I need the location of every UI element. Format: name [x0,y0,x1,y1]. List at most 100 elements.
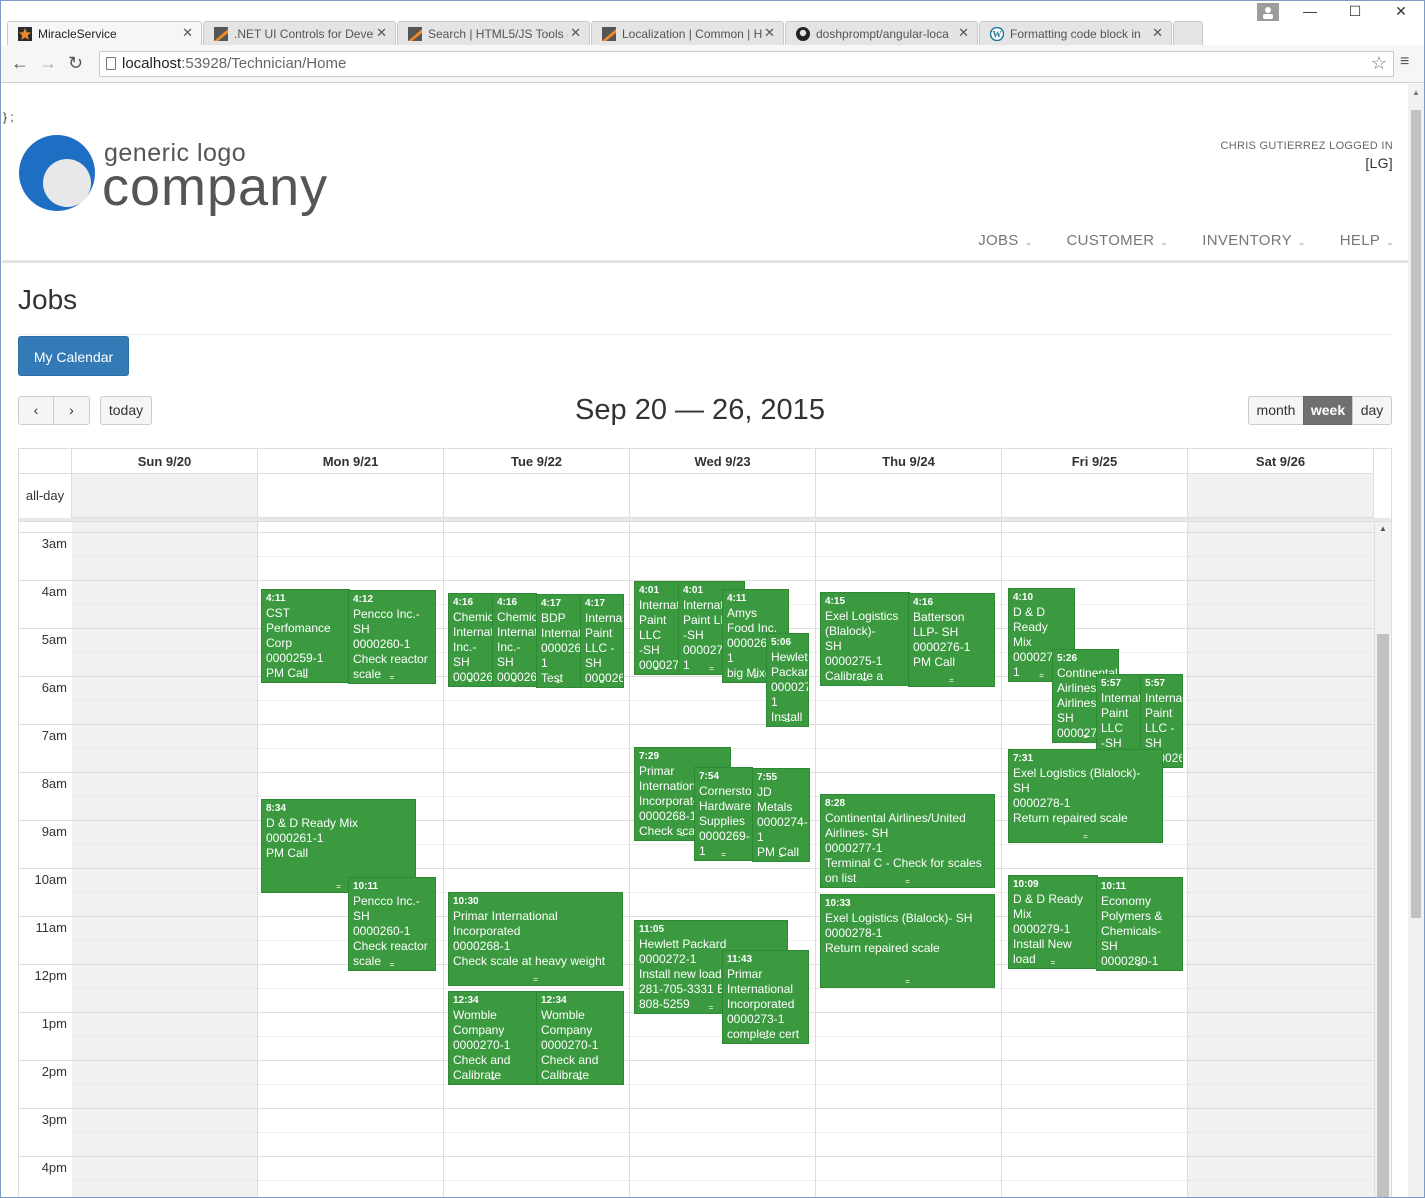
calendar-event[interactable]: 4:01InternationalPaint LLC-SH0000271-1= [634,580,679,675]
close-tab-icon[interactable]: ✕ [764,25,775,41]
nav-inventory[interactable]: INVENTORY ⌄ [1202,232,1306,249]
resize-handle-icon[interactable]: = [349,673,435,682]
calendar-scrollbar[interactable]: ▲ [1375,522,1391,1197]
event-line: -SH [639,642,660,657]
calendar-event[interactable]: 10:09 D & D Ready Mix 0000279-1 Install New… [1008,875,1098,970]
github-favicon-icon [796,27,810,41]
tab-net-ui-controls[interactable]: .NET UI Controls for Devel ✕ [203,21,396,45]
my-calendar-button[interactable]: My Calendar [18,336,129,376]
resize-handle-icon[interactable]: = [581,677,623,686]
page-scroll-thumb[interactable] [1411,110,1421,918]
profile-avatar-icon[interactable] [1257,3,1279,21]
event-line: cement scale [1013,967,1093,968]
nav-help[interactable]: HELP ⌄ [1340,232,1394,249]
allday-cell-tue[interactable] [444,474,630,518]
allday-cell-sun[interactable] [72,474,258,518]
resize-handle-icon[interactable]: = [821,978,994,986]
resize-handle-icon[interactable]: = [695,851,752,859]
calendar-event[interactable]: 4:17BDPInternational0000264-1Test and= [536,593,581,688]
bookmark-star-icon[interactable]: ☆ [1371,53,1387,74]
scroll-up-arrow-icon[interactable]: ▲ [1412,88,1420,97]
resize-handle-icon[interactable]: = [635,664,678,673]
calendar-event[interactable]: 7:31 Exel Logistics (Blalock)- SH 0000278-1… [1008,748,1163,843]
maximize-icon[interactable]: ☐ [1335,3,1375,27]
resize-handle-icon[interactable]: = [449,976,622,984]
minimize-icon[interactable]: — [1290,3,1330,27]
allday-cell-sat[interactable] [1188,474,1374,518]
resize-handle-icon[interactable]: = [723,1034,808,1042]
calendar-event[interactable]: 12:34 Womble Company 0000270-1 Check and Cali… [536,991,624,1086]
resize-handle-icon[interactable]: = [537,677,580,686]
time-grid[interactable]: 3am 4am 5am 6am 7am 8am 9am 10am 11am 12pm 1pm 2pm 3… [19,522,1391,1197]
nav-customer[interactable]: CUSTOMER ⌄ [1066,232,1168,249]
week-view-button[interactable]: week [1303,396,1353,425]
calendar-event[interactable]: 10:30 Primar International Incorporated 000… [448,892,623,986]
calendar-event[interactable]: 12:34 Womble Company 0000270-1 Check and Ca… [448,991,538,1086]
tab-miracleservice[interactable]: MiracleService ✕ [7,21,202,46]
calendar-event[interactable]: 4:15 Exel Logistics (Blalock)- SH 0000275-1… [820,592,910,686]
close-window-icon[interactable]: ✕ [1381,3,1421,27]
url-bar[interactable]: localhost:53928/Technician/Home ☆ [99,51,1394,77]
allday-cell-mon[interactable] [258,474,444,518]
calendar-event[interactable]: 8:28 Continental Airlines/United Airlines-… [820,794,995,889]
event-line: 0000278-1 [1013,795,1071,810]
resize-handle-icon[interactable]: = [1009,832,1162,841]
tab-search-html5[interactable]: Search | HTML5/JS Tools - ✕ [397,21,590,45]
allday-cell-fri[interactable] [1002,474,1188,518]
resize-handle-icon[interactable]: = [537,1075,623,1083]
nav-jobs[interactable]: JOBS ⌄ [978,232,1032,249]
new-tab-button[interactable] [1173,21,1203,45]
reload-icon[interactable]: ↻ [68,53,83,74]
day-column-sun[interactable] [72,522,258,1197]
allday-cell-wed[interactable] [630,474,816,518]
resize-handle-icon[interactable]: = [1009,959,1097,967]
resize-handle-icon[interactable]: = [909,676,994,685]
calendar-event[interactable]: 4:16 Batterson LLP- SH 0000276-1 PM Call = [908,592,995,687]
calendar-event[interactable]: 4:16ChemicalInternationalInc.- SH0000262… [448,592,493,687]
close-tab-icon[interactable]: ✕ [958,25,969,41]
calendar-event[interactable]: 4:11 CST Perfomance Corp 0000259-1 PM Call = [261,588,350,683]
resize-handle-icon[interactable]: = [493,676,536,685]
calendar-event[interactable]: 10:11 Economy Polymers & Chemicals- SH 000028… [1096,876,1183,971]
resize-handle-icon[interactable]: = [449,676,492,685]
resize-handle-icon[interactable]: = [821,676,909,684]
calendar-event[interactable]: 4:16ChemicalInternationalInc.- SH0000263… [492,592,537,687]
calendar-event[interactable]: 7:55 JD Metals 0000274- 1 PM Call = [752,768,810,862]
resize-handle-icon[interactable]: = [449,1075,537,1083]
scroll-up-arrow-icon[interactable]: ▲ [1379,524,1387,533]
day-column-sat[interactable] [1188,522,1375,1197]
resize-handle-icon[interactable]: = [1097,960,1182,969]
close-tab-icon[interactable]: ✕ [376,25,387,41]
resize-handle-icon[interactable]: = [767,716,808,725]
allday-cell-thu[interactable] [816,474,1002,518]
calendar-scroll-thumb[interactable] [1377,634,1389,1197]
event-line: LLC - [585,640,615,655]
calendar-event[interactable]: 4:12 Pencco Inc.- SH 0000260-1 Check reactor… [348,589,436,684]
forward-arrow-icon[interactable]: → [39,53,57,74]
resize-handle-icon[interactable]: = [821,878,994,886]
day-view-button[interactable]: day [1352,396,1392,425]
calendar-event[interactable]: 4:17InternationalPaintLLC -SH0000265= [580,593,624,688]
tab-github-angular-localization[interactable]: doshprompt/angular-loca ✕ [785,21,978,45]
calendar-event[interactable]: 5:06HewlettPackard0000272-1Install= [766,632,809,727]
resize-handle-icon[interactable]: = [753,852,809,860]
month-view-button[interactable]: month [1248,396,1304,425]
resize-handle-icon[interactable]: = [262,672,349,681]
event-line: D & D [1013,605,1046,619]
close-tab-icon[interactable]: ✕ [182,25,193,41]
close-tab-icon[interactable]: ✕ [1152,25,1163,41]
menu-hamburger-icon[interactable]: ≡ [1400,53,1409,71]
event-line: Ready [1013,620,1048,634]
event-line: Continental Airlines/United [825,811,966,826]
resize-handle-icon[interactable]: = [349,960,435,969]
back-arrow-icon[interactable]: ← [11,53,29,74]
close-tab-icon[interactable]: ✕ [570,25,581,41]
calendar-event[interactable]: 10:33 Exel Logistics (Blalock)- SH 0000278… [820,894,995,989]
calendar-event[interactable]: 11:43 Primar International Incorporated 0000… [722,950,809,1045]
tab-localization[interactable]: Localization | Common | H ✕ [591,21,784,45]
page-scrollbar[interactable]: ▲ [1408,84,1424,1197]
tab-formatting-code-block[interactable]: W Formatting code block in ✕ [979,21,1172,45]
event-line: SH [585,655,602,670]
calendar-event[interactable]: 7:54CornerstoneHardwareSupplies0000269-1… [694,767,753,862]
calendar-event[interactable]: 10:11 Pencco Inc.- SH 0000260-1 Check reacto… [348,876,436,971]
